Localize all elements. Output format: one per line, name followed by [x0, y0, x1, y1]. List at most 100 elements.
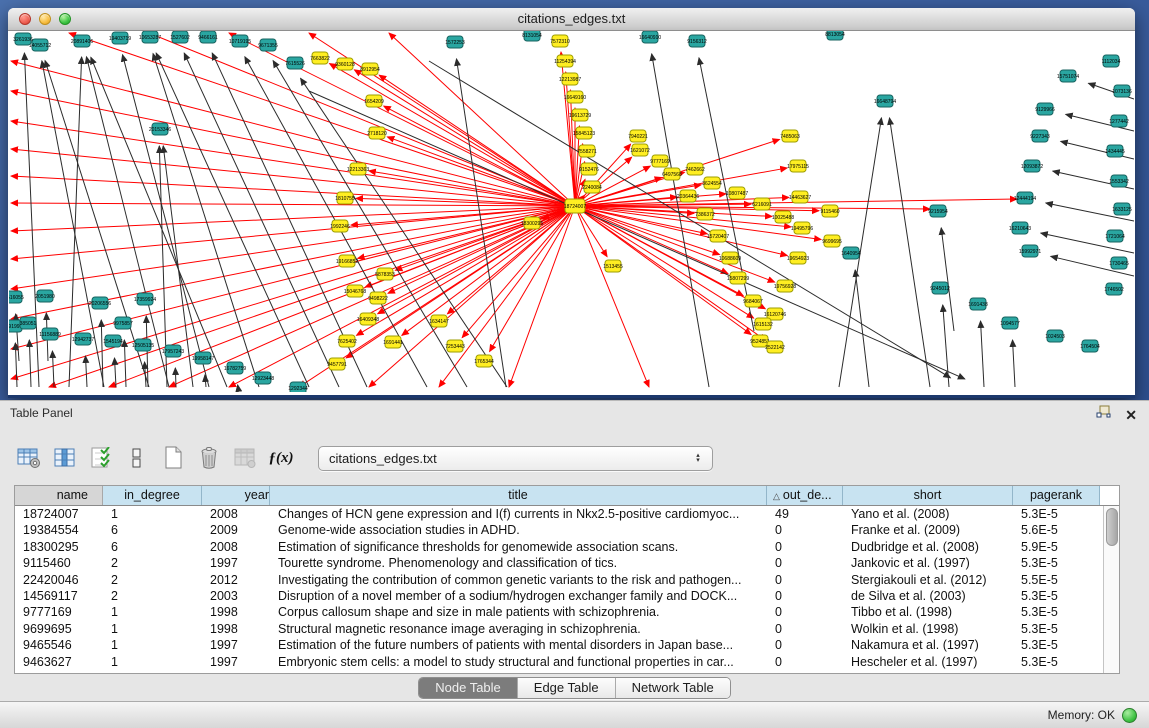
window-titlebar[interactable]: citations_edges.txt	[8, 8, 1135, 31]
row-height-icon[interactable]	[122, 444, 152, 472]
zoom-window-button[interactable]	[59, 13, 71, 25]
graph-node[interactable]: 1292344	[288, 382, 308, 392]
scrollbar-thumb[interactable]	[1106, 508, 1118, 546]
minimize-window-button[interactable]	[39, 13, 51, 25]
graph-node[interactable]: 9457791	[327, 358, 347, 370]
table-row[interactable]: 1456911722003Disruption of a novel membe…	[15, 588, 1119, 604]
graph-node[interactable]: 17975115	[787, 160, 809, 172]
graph-node[interactable]: 2516055	[9, 291, 24, 303]
graph-node[interactable]: 16648794	[874, 95, 896, 107]
graph-node[interactable]: 1654209	[364, 95, 384, 107]
graph-node[interactable]: 15845123	[573, 127, 595, 139]
graph-node[interactable]: 9671355	[258, 39, 278, 51]
graph-node[interactable]: 15751074	[1057, 70, 1079, 82]
graph-node[interactable]: 1073136	[1112, 85, 1132, 97]
graph-node[interactable]: 7558271	[577, 145, 597, 157]
graph-node[interactable]: 1621072	[630, 144, 650, 156]
vertical-scrollbar[interactable]	[1103, 506, 1119, 673]
graph-node[interactable]: 16782759	[224, 362, 246, 374]
graph-node[interactable]: 12942737	[72, 333, 94, 345]
graph-node[interactable]: 12093872	[1021, 160, 1043, 172]
graph-node[interactable]: 1024503	[1045, 330, 1065, 342]
tab-network-table[interactable]: Network Table	[615, 678, 730, 698]
graph-node[interactable]: 3624554	[702, 177, 722, 189]
graph-node[interactable]: 20206556	[89, 297, 111, 309]
graph-node[interactable]: 1992246	[330, 220, 350, 232]
graph-node[interactable]: 16409348	[357, 313, 379, 325]
graph-node[interactable]: 9152476	[579, 163, 599, 175]
graph-node[interactable]: 12213987	[559, 73, 581, 85]
close-panel-icon[interactable]: ✕	[1125, 407, 1137, 423]
graph-node[interactable]: 19958147	[192, 352, 214, 364]
graph-node[interactable]: 12505135	[132, 339, 154, 351]
graph-node[interactable]: 19613729	[569, 109, 591, 121]
graph-node[interactable]: 1634147	[429, 315, 449, 327]
graph-node[interactable]: 1434445	[1105, 145, 1125, 157]
graph-node[interactable]: 20153346	[149, 123, 171, 135]
graph-node[interactable]: 8131054	[522, 31, 542, 41]
graph-node[interactable]: 10807487	[726, 187, 748, 199]
graph-node[interactable]: 1572253	[445, 36, 465, 48]
table-settings-icon[interactable]	[14, 444, 44, 472]
graph-node[interactable]: 14463627	[789, 191, 811, 203]
graph-node[interactable]: 1721064	[1105, 230, 1125, 242]
graph-node[interactable]: 7625402	[337, 335, 357, 347]
graph-node[interactable]: 10653287	[139, 31, 161, 43]
graph-node[interactable]: 15046768	[344, 285, 366, 297]
graph-node[interactable]: 1633125	[1112, 203, 1132, 215]
show-column-icon[interactable]	[50, 444, 80, 472]
graph-node[interactable]: 7386372	[695, 208, 715, 220]
graph-node[interactable]: 7572310	[550, 35, 570, 47]
graph-node[interactable]: 20891406	[71, 35, 93, 47]
float-panel-icon[interactable]	[1096, 405, 1111, 424]
table-row[interactable]: 2242004622012Investigating the contribut…	[15, 572, 1119, 588]
graph-node[interactable]: 9156312	[687, 35, 707, 47]
graph-node[interactable]: 1746502	[1104, 283, 1124, 295]
column-header-in_degree[interactable]: in_degree	[103, 486, 202, 505]
graph-node[interactable]: 385051	[20, 317, 37, 329]
graph-node[interactable]: 2051980	[35, 290, 55, 302]
graph-node[interactable]: 9360128	[335, 58, 355, 70]
table-selector-dropdown[interactable]: citations_edges.txt ▴▾	[318, 446, 713, 471]
graph-node[interactable]: 1094577	[1000, 317, 1020, 329]
graph-node[interactable]: 11156889	[39, 328, 61, 340]
graph-node[interactable]: 1615132	[753, 318, 773, 330]
table-row[interactable]: 969969511998Structural magnetic resonanc…	[15, 621, 1119, 637]
graph-node[interactable]: 20364436	[677, 190, 699, 202]
new-table-icon[interactable]	[158, 444, 188, 472]
tab-edge-table[interactable]: Edge Table	[517, 678, 615, 698]
graph-node[interactable]: 1765344	[474, 355, 494, 367]
graph-node[interactable]: 9975857	[113, 317, 133, 329]
graph-node[interactable]: 2522142	[765, 341, 785, 353]
graph-node[interactable]: 11254394	[554, 55, 576, 67]
graph-node[interactable]: 8912954	[360, 63, 380, 75]
graph-node[interactable]: 7253443	[445, 340, 465, 352]
column-header-out_de[interactable]: △out_de...	[767, 486, 843, 505]
graph-node[interactable]: 10688609	[719, 252, 741, 264]
graph-node[interactable]: 1513455	[603, 260, 623, 272]
graph-node[interactable]: 10025488	[772, 211, 794, 223]
graph-node[interactable]: 17359924	[134, 293, 156, 305]
graph-node[interactable]: 7663822	[310, 52, 330, 64]
graph-node[interactable]: 9115460	[820, 205, 839, 217]
graph-node[interactable]: 19403719	[109, 32, 131, 44]
graph-node[interactable]: 9684067	[743, 295, 763, 307]
graph-node[interactable]: 1640954	[841, 247, 861, 259]
graph-node[interactable]: 9777169	[650, 155, 670, 167]
graph-node[interactable]: 6497568	[662, 168, 682, 180]
graph-node[interactable]: 9215954	[928, 205, 948, 217]
tab-node-table[interactable]: Node Table	[419, 678, 517, 698]
graph-node[interactable]: 2718120	[367, 127, 387, 139]
graph-node[interactable]: 12923448	[252, 372, 274, 384]
graph-node[interactable]: 7462662	[685, 163, 705, 175]
table-row[interactable]: 911546021997Tourette syndrome. Phenomeno…	[15, 555, 1119, 571]
select-rows-icon[interactable]	[86, 444, 116, 472]
column-header-year[interactable]: year	[202, 486, 270, 505]
column-header-pagerank[interactable]: pagerank	[1013, 486, 1100, 505]
column-header-short[interactable]: short	[843, 486, 1013, 505]
graph-node[interactable]: 12444194	[1014, 192, 1036, 204]
table-row[interactable]: 1938455462009Genome-wide association stu…	[15, 522, 1119, 538]
graph-node[interactable]: 19495796	[791, 222, 813, 234]
graph-node[interactable]: 1545194	[103, 335, 123, 347]
column-header-title[interactable]: title	[270, 486, 767, 505]
